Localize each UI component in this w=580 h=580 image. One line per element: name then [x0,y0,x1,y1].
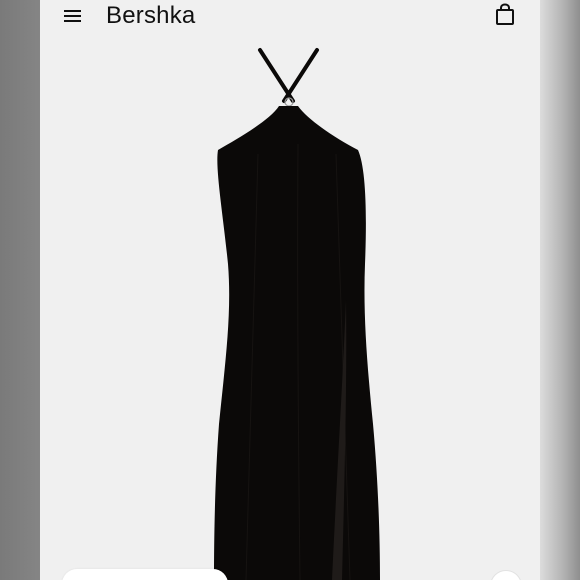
top-navigation-bar: Bershka [40,0,540,34]
app-screen: Bershka [40,0,540,580]
brand-logo[interactable]: Bershka [106,1,195,31]
bottom-pill-button[interactable] [62,569,228,580]
right-backdrop [540,0,580,580]
hamburger-menu-icon[interactable] [62,5,84,27]
product-image[interactable] [40,34,540,580]
shopping-bag-icon[interactable] [494,3,516,27]
